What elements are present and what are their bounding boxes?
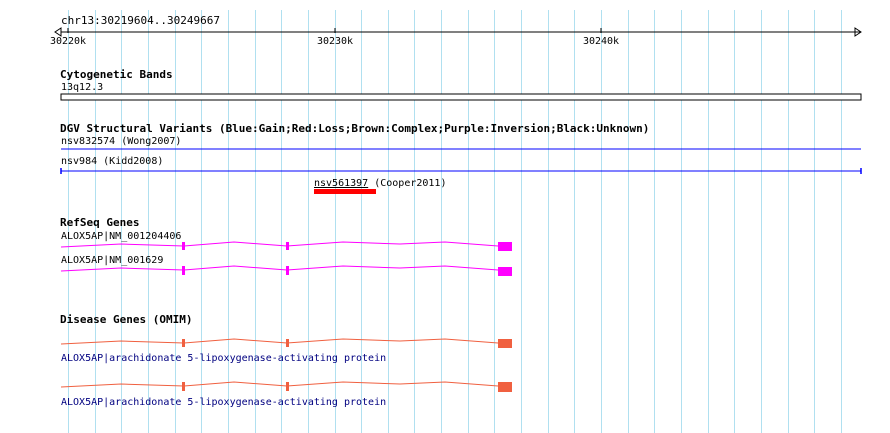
omim-gene-2[interactable]: ALOX5AP|arachidonate 5-lipoxygenase-acti… bbox=[60, 381, 512, 408]
refseq-exon[interactable] bbox=[286, 266, 289, 275]
ruler-tick-label: 30230k bbox=[317, 36, 353, 47]
dgv-loss-bar[interactable] bbox=[314, 189, 376, 194]
ruler-location: chr13:30219604..30249667 bbox=[61, 14, 220, 27]
omim-intron-line[interactable] bbox=[60, 338, 499, 345]
cytoband-track[interactable]: Cytogenetic Bands 13q12.3 bbox=[60, 68, 862, 101]
omim-exon[interactable] bbox=[286, 339, 289, 347]
cytoband-label: 13q12.3 bbox=[61, 82, 103, 93]
dgv-feature-id: nsv984 bbox=[61, 156, 97, 167]
omim-exon[interactable] bbox=[286, 382, 289, 391]
refseq-gene-nm001629[interactable]: ALOX5AP|NM_001629 bbox=[60, 255, 512, 276]
omim-exon[interactable] bbox=[182, 382, 185, 391]
omim-gene-label[interactable]: ALOX5AP|arachidonate 5-lipoxygenase-acti… bbox=[61, 353, 386, 364]
refseq-track-title: RefSeq Genes bbox=[60, 216, 139, 229]
svg-text:nsv984 (Kidd2008): nsv984 (Kidd2008) bbox=[61, 156, 163, 167]
dgv-feature-nsv561397[interactable]: nsv561397 (Cooper2011) bbox=[314, 178, 446, 194]
genome-browser-panel: chr13:30219604..30249667 30220k 30230k 3… bbox=[50, 10, 862, 433]
omim-track-title: Disease Genes (OMIM) bbox=[60, 313, 192, 326]
omim-gene-label[interactable]: ALOX5AP|arachidonate 5-lipoxygenase-acti… bbox=[61, 397, 386, 408]
refseq-track[interactable]: RefSeq Genes ALOX5AP|NM_001204406 ALOX5A… bbox=[60, 216, 512, 276]
refseq-exon[interactable] bbox=[182, 242, 185, 250]
dgv-track[interactable]: DGV Structural Variants (Blue:Gain;Red:L… bbox=[60, 122, 862, 194]
ruler-tick-label: 30220k bbox=[50, 36, 86, 47]
omim-intron-line[interactable] bbox=[60, 381, 499, 388]
refseq-intron-line[interactable] bbox=[60, 241, 499, 248]
svg-text:nsv561397 (Cooper2011): nsv561397 (Cooper2011) bbox=[314, 178, 446, 189]
dgv-feature-nsv832574[interactable]: nsv832574 (Wong2007) bbox=[61, 136, 861, 150]
dgv-feature-note: (Cooper2011) bbox=[374, 178, 446, 189]
refseq-intron-line[interactable] bbox=[60, 265, 499, 272]
refseq-gene-label: ALOX5AP|NM_001204406 bbox=[61, 231, 181, 242]
ruler-left-arrow bbox=[54, 27, 62, 37]
dgv-feature-id: nsv561397 bbox=[314, 178, 368, 189]
refseq-exon[interactable] bbox=[182, 266, 185, 275]
ruler-track: chr13:30219604..30249667 30220k 30230k 3… bbox=[50, 14, 862, 47]
grid-lines bbox=[68, 10, 842, 433]
omim-track[interactable]: Disease Genes (OMIM) ALOX5AP|arachidonat… bbox=[60, 313, 512, 408]
omim-exon[interactable] bbox=[182, 339, 185, 347]
omim-exon[interactable] bbox=[498, 339, 512, 348]
dgv-feature-note: (Wong2007) bbox=[121, 136, 181, 147]
cytoband-track-title: Cytogenetic Bands bbox=[60, 68, 173, 81]
ruler-tick-label: 30240k bbox=[583, 36, 619, 47]
omim-gene-1[interactable]: ALOX5AP|arachidonate 5-lipoxygenase-acti… bbox=[60, 338, 512, 364]
cytoband-bar[interactable] bbox=[60, 93, 862, 101]
refseq-exon[interactable] bbox=[498, 242, 512, 251]
refseq-exon[interactable] bbox=[498, 267, 512, 276]
dgv-track-title: DGV Structural Variants (Blue:Gain;Red:L… bbox=[60, 122, 649, 135]
omim-exon[interactable] bbox=[498, 382, 512, 392]
dgv-feature-id: nsv832574 bbox=[61, 136, 115, 147]
dgv-feature-note: (Kidd2008) bbox=[103, 156, 163, 167]
refseq-gene-nm001204406[interactable]: ALOX5AP|NM_001204406 bbox=[60, 231, 512, 251]
dgv-feature-nsv984[interactable]: nsv984 (Kidd2008) bbox=[60, 156, 862, 174]
refseq-exon[interactable] bbox=[286, 242, 289, 250]
refseq-gene-label: ALOX5AP|NM_001629 bbox=[61, 255, 163, 266]
svg-text:nsv832574 (Wong2007): nsv832574 (Wong2007) bbox=[61, 136, 181, 147]
